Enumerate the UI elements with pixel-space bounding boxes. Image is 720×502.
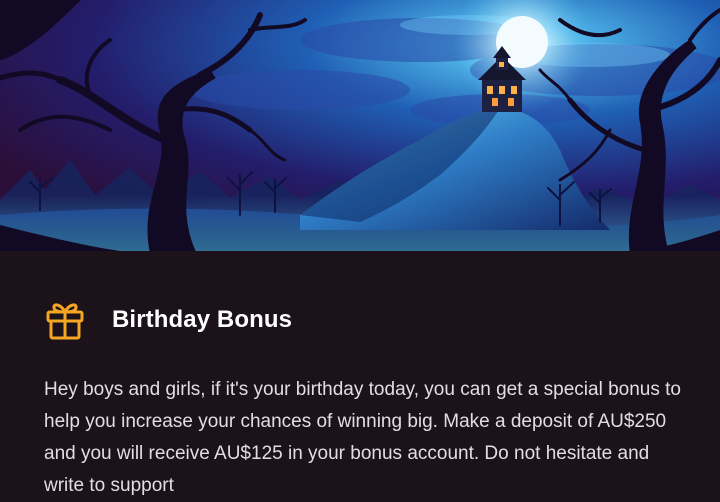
bonus-header: Birthday Bonus (44, 298, 292, 342)
bonus-page: Birthday Bonus Hey boys and girls, if it… (0, 0, 720, 502)
banner-image (0, 0, 720, 251)
bonus-description: Hey boys and girls, if it's your birthda… (44, 379, 681, 496)
gift-icon (44, 299, 86, 341)
bonus-title: Birthday Bonus (112, 306, 293, 333)
bonus-card: Birthday Bonus Hey boys and girls, if it… (0, 251, 720, 502)
